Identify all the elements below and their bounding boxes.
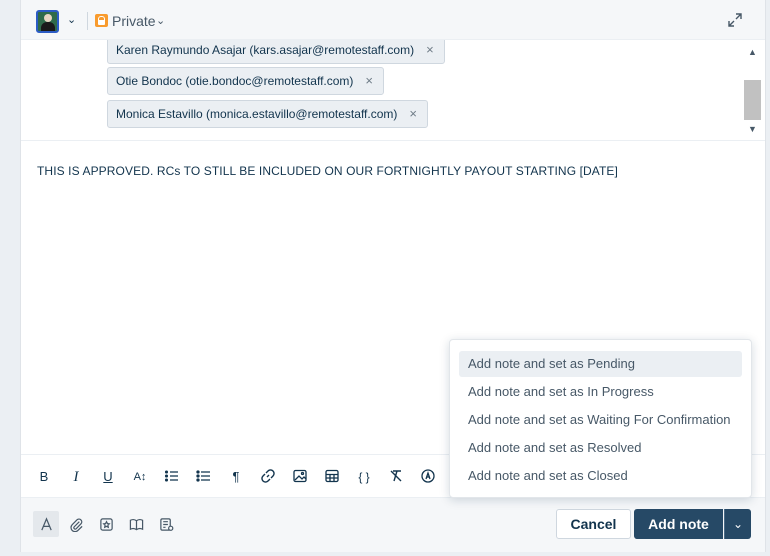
editor-footer: Cancel Add note ⌄ xyxy=(21,498,765,552)
remove-icon[interactable]: × xyxy=(426,40,434,63)
code-icon[interactable]: { } xyxy=(355,468,373,486)
lock-icon xyxy=(95,14,108,27)
insert-solution-icon[interactable] xyxy=(93,511,119,537)
menu-item-pending[interactable]: Add note and set as Pending xyxy=(459,351,742,377)
recipients-list: Karen Raymundo Asajar (kars.asajar@remot… xyxy=(21,40,765,141)
cancel-button[interactable]: Cancel xyxy=(556,509,631,539)
scrollbar-thumb[interactable] xyxy=(744,80,761,120)
remove-icon[interactable]: × xyxy=(365,68,373,94)
add-note-button[interactable]: Add note xyxy=(634,509,723,539)
canned-response-icon[interactable] xyxy=(419,468,437,486)
numbered-list-icon[interactable] xyxy=(163,468,181,486)
menu-item-resolved[interactable]: Add note and set as Resolved xyxy=(459,435,742,461)
scroll-up-icon[interactable]: ▲ xyxy=(748,47,757,57)
visibility-label[interactable]: Private xyxy=(112,13,156,29)
user-avatar-icon[interactable] xyxy=(36,10,59,33)
expand-icon[interactable] xyxy=(726,11,744,29)
recipient-chip: Otie Bondoc (otie.bondoc@remotestaff.com… xyxy=(107,67,385,95)
table-icon[interactable] xyxy=(323,468,341,486)
editor-header: ⌄ Private ⌄ xyxy=(21,0,765,40)
note-body-text[interactable]: THIS IS APPROVED. RCs TO STILL BE INCLUD… xyxy=(37,164,618,178)
image-icon[interactable] xyxy=(291,468,309,486)
bullet-list-icon[interactable] xyxy=(195,468,213,486)
remove-icon[interactable]: × xyxy=(409,101,417,127)
knowledge-base-icon[interactable] xyxy=(123,511,149,537)
text-format-icon[interactable] xyxy=(33,511,59,537)
recipient-chip: Monica Estavillo (monica.estavillo@remot… xyxy=(107,100,428,128)
recipient-chip-label: Karen Raymundo Asajar (kars.asajar@remot… xyxy=(116,43,415,57)
divider xyxy=(87,12,88,30)
menu-item-waiting-for-confirmation[interactable]: Add note and set as Waiting For Confirma… xyxy=(459,407,742,433)
recipient-chip-label: Otie Bondoc (otie.bondoc@remotestaff.com… xyxy=(116,74,354,88)
clear-format-icon[interactable] xyxy=(387,468,405,486)
add-note-status-menu: Add note and set as Pending Add note and… xyxy=(449,339,752,498)
italic-icon[interactable]: I xyxy=(67,468,85,486)
template-list-icon[interactable] xyxy=(153,511,179,537)
scroll-down-icon[interactable]: ▼ xyxy=(748,124,757,134)
recipient-chip-label: Monica Estavillo (monica.estavillo@remot… xyxy=(116,107,398,121)
paragraph-icon[interactable]: ¶ xyxy=(227,468,245,486)
menu-item-in-progress[interactable]: Add note and set as In Progress xyxy=(459,379,742,405)
menu-item-closed[interactable]: Add note and set as Closed xyxy=(459,463,742,489)
chevron-down-icon[interactable]: ⌄ xyxy=(724,509,751,539)
link-icon[interactable] xyxy=(259,468,277,486)
chevron-down-icon[interactable]: ⌄ xyxy=(67,13,76,26)
recipient-chip: Karen Raymundo Asajar (kars.asajar@remot… xyxy=(107,40,445,64)
chevron-down-icon[interactable]: ⌄ xyxy=(156,14,165,27)
font-size-icon[interactable]: A↕ xyxy=(131,468,149,486)
bold-icon[interactable]: B xyxy=(35,468,53,486)
underline-icon[interactable]: U xyxy=(99,468,117,486)
attachment-icon[interactable] xyxy=(63,511,89,537)
